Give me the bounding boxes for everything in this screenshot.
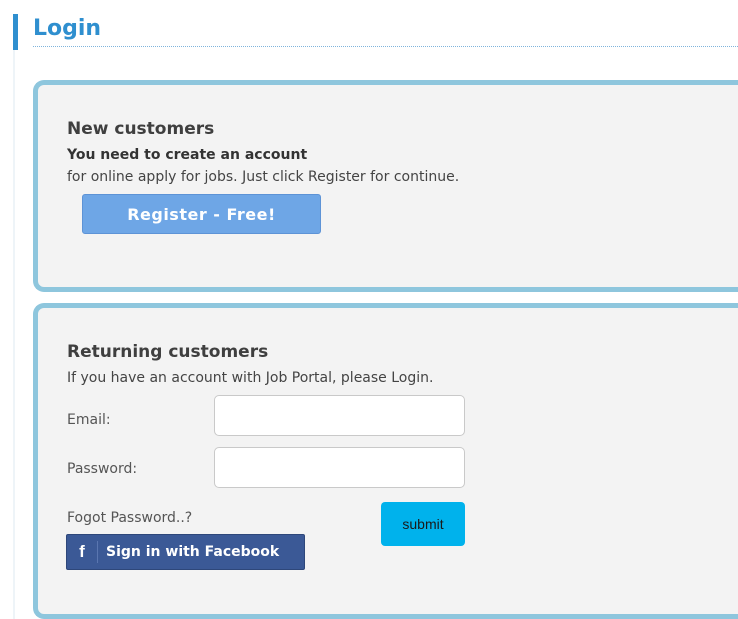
email-field[interactable] [214, 395, 465, 436]
returning-customers-panel: Returning customers If you have an accou… [33, 303, 738, 619]
new-customers-description: for online apply for jobs. Just click Re… [67, 169, 460, 185]
returning-customers-description: If you have an account with Job Portal, … [67, 370, 434, 386]
register-button[interactable]: Register - Free! [82, 194, 321, 234]
facebook-f-icon: f [79, 542, 85, 561]
facebook-button-divider [97, 541, 98, 563]
password-field[interactable] [214, 447, 465, 488]
new-customers-panel: New customers You need to create an acco… [33, 80, 738, 292]
title-divider [33, 46, 738, 47]
login-page: Login New customers You need to create a… [0, 0, 738, 619]
new-customers-subheading: You need to create an account [67, 147, 308, 163]
forgot-password-link[interactable]: Fogot Password..? [67, 510, 192, 526]
facebook-signin-button[interactable]: f Sign in with Facebook [66, 534, 305, 570]
email-label: Email: [67, 412, 111, 428]
returning-customers-heading: Returning customers [67, 342, 269, 362]
new-customers-heading: New customers [67, 119, 215, 139]
password-label: Password: [67, 461, 138, 477]
page-title: Login [33, 16, 102, 41]
facebook-signin-label: Sign in with Facebook [106, 544, 280, 560]
left-border-rule [13, 50, 15, 619]
submit-button[interactable]: submit [381, 502, 465, 546]
header-accent-bar [13, 14, 18, 50]
